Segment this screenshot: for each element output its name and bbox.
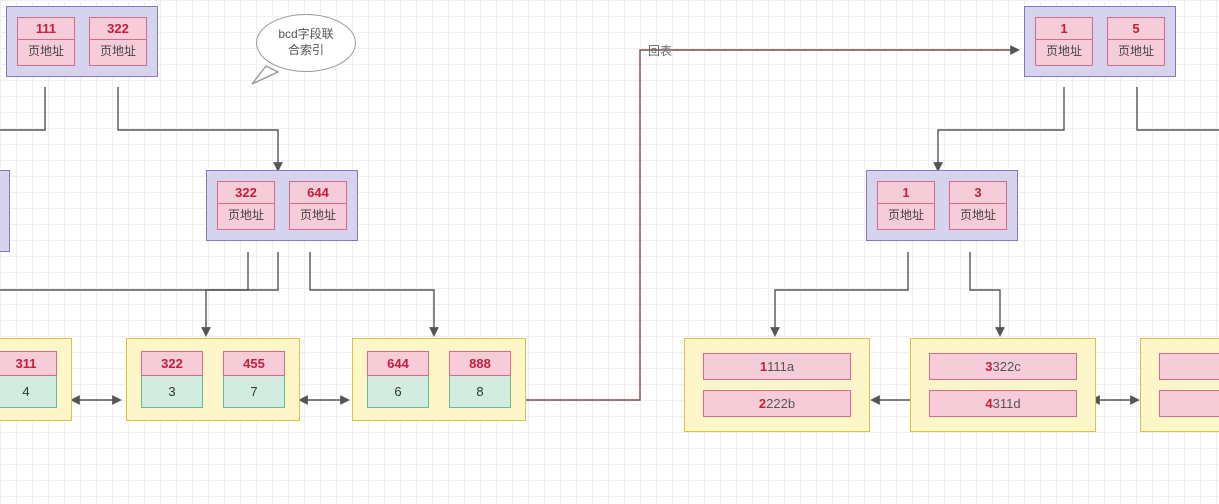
ptr-cell: 644 页地址: [289, 181, 347, 230]
rec-val: 8: [449, 376, 511, 408]
leaf-rec: 888 8: [449, 351, 511, 408]
right-leaf-1: 3322c 4311d: [910, 338, 1096, 432]
data-row: [1159, 353, 1219, 380]
ptr-label: 页地址: [218, 204, 274, 229]
leaf-rec: 322 3: [141, 351, 203, 408]
rec-key: 888: [449, 351, 511, 376]
ptr-key: 3: [950, 182, 1006, 204]
ptr-label: 页地址: [950, 204, 1006, 229]
ptr-key: 322: [90, 18, 146, 40]
rec-val: 4: [0, 376, 57, 408]
bubble-text: bcd字段联合索引: [275, 27, 337, 58]
right-leaf-2: [1140, 338, 1219, 432]
rec-key: 311: [0, 351, 57, 376]
data-row: 1111a: [703, 353, 851, 380]
ptr-cell: 1 页地址: [1035, 17, 1093, 66]
rec-key: 322: [141, 351, 203, 376]
left-mid-offscreen: [0, 170, 10, 252]
ptr-cell: 3 页地址: [949, 181, 1007, 230]
leaf-rec: 455 7: [223, 351, 285, 408]
ptr-label: 页地址: [290, 204, 346, 229]
leaf-rec: 644 6: [367, 351, 429, 408]
rec-key: 455: [223, 351, 285, 376]
left-mid-node: 322 页地址 644 页地址: [206, 170, 358, 241]
rec-val: 7: [223, 376, 285, 408]
data-row: [1159, 390, 1219, 417]
left-leaf-0: 311 4: [0, 338, 72, 421]
leaf-rec: 311 4: [0, 351, 57, 408]
ptr-cell: 111 页地址: [17, 17, 75, 66]
ptr-key: 5: [1108, 18, 1164, 40]
data-row: 2222b: [703, 390, 851, 417]
rec-val: 6: [367, 376, 429, 408]
ptr-label: 页地址: [1108, 40, 1164, 65]
index-bubble: bcd字段联合索引: [256, 14, 356, 72]
ptr-cell: 322 页地址: [89, 17, 147, 66]
ptr-key: 644: [290, 182, 346, 204]
ptr-label: 页地址: [878, 204, 934, 229]
ptr-key: 1: [878, 182, 934, 204]
ptr-label: 页地址: [18, 40, 74, 65]
ptr-cell: 5 页地址: [1107, 17, 1165, 66]
right-leaf-0: 1111a 2222b: [684, 338, 870, 432]
ptr-cell: 322 页地址: [217, 181, 275, 230]
ptr-key: 1: [1036, 18, 1092, 40]
ptr-label: 页地址: [1036, 40, 1092, 65]
right-root-node: 1 页地址 5 页地址: [1024, 6, 1176, 77]
data-row: 3322c: [929, 353, 1077, 380]
data-row: 4311d: [929, 390, 1077, 417]
ptr-key: 322: [218, 182, 274, 204]
left-root-node: 111 页地址 322 页地址: [6, 6, 158, 77]
left-leaf-1: 322 3 455 7: [126, 338, 300, 421]
rec-val: 3: [141, 376, 203, 408]
rec-key: 644: [367, 351, 429, 376]
right-mid-node: 1 页地址 3 页地址: [866, 170, 1018, 241]
left-leaf-2: 644 6 888 8: [352, 338, 526, 421]
ptr-key: 111: [18, 18, 74, 40]
ptr-label: 页地址: [90, 40, 146, 65]
back-table-label: 回表: [648, 42, 672, 59]
ptr-cell: 1 页地址: [877, 181, 935, 230]
